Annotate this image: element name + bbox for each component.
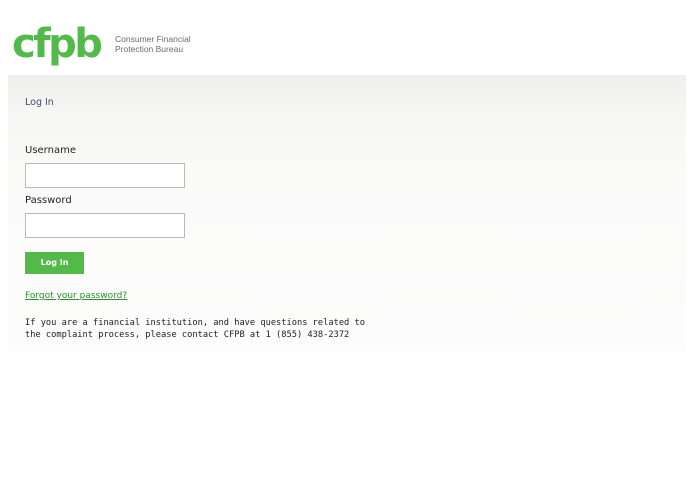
- contact-info-line2: the complaint process, please contact CF…: [25, 330, 350, 340]
- login-panel: Log In Username Password Log In Forgot y…: [8, 75, 686, 351]
- site-header: cfpb Consumer Financial Protection Burea…: [8, 9, 686, 75]
- username-label: Username: [25, 145, 76, 156]
- org-name: Consumer Financial Protection Bureau: [115, 34, 235, 54]
- password-label: Password: [25, 195, 72, 206]
- cfpb-logo-wordmark: cfpb: [12, 24, 101, 67]
- org-name-line2: Protection Bureau: [115, 44, 184, 54]
- password-input[interactable]: [25, 213, 185, 238]
- cfpb-logo: cfpb: [12, 24, 104, 67]
- contact-info-line1: If you are a financial institution, and …: [25, 318, 365, 328]
- forgot-password-link[interactable]: Forgot your password?: [25, 291, 127, 301]
- username-input[interactable]: [25, 163, 185, 188]
- page-title: Log In: [25, 97, 54, 108]
- login-page: cfpb Consumer Financial Protection Burea…: [0, 0, 687, 483]
- org-name-line1: Consumer Financial: [115, 34, 191, 44]
- login-button[interactable]: Log In: [25, 252, 84, 274]
- contact-info: If you are a financial institution, and …: [25, 317, 365, 341]
